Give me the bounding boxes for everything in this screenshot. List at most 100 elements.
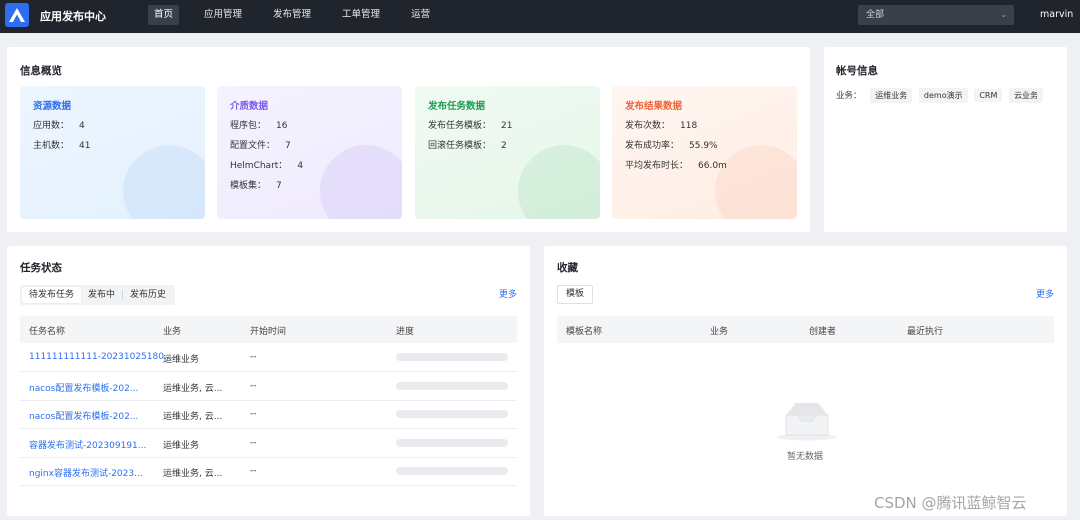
task-name-link[interactable]: 111111111111-20231025180...	[29, 352, 173, 362]
release-result-decor-icon	[715, 145, 797, 219]
col-last-run[interactable]: 最近执行	[907, 324, 943, 337]
task-name-link[interactable]: nginx容器发布测试-2023...	[29, 466, 143, 479]
media-decor-icon	[320, 145, 402, 219]
stat-value: 4	[297, 161, 304, 171]
stat-value: 16	[276, 121, 288, 131]
stat-row: 主机数： 41	[33, 138, 90, 151]
user-name[interactable]: marvin	[1040, 9, 1073, 20]
stat-label: 发布次数：	[625, 121, 671, 131]
biz-tag: CRM	[974, 89, 1003, 102]
nav-item-ticket-management[interactable]: 工单管理	[336, 5, 386, 25]
stat-value: 2	[501, 141, 507, 151]
tab-in-progress[interactable]: 发布中	[81, 287, 122, 303]
scope-select[interactable]: 全部 ⌄	[858, 5, 1014, 25]
col-creator[interactable]: 创建者	[809, 324, 836, 337]
stat-value: 7	[285, 141, 291, 151]
release-result-card: 发布结果数据 发布次数： 118 发布成功率： 55.9% 平均发布时长： 66.0m	[612, 86, 797, 219]
favorites-table-header: 模板名称 业务 创建者 最近执行	[557, 316, 1054, 343]
task-start-time: --	[250, 438, 257, 448]
table-row[interactable]: nacos配置发布模板-202... 运维业务, 云... --	[20, 372, 517, 401]
stat-label: HelmChart：	[230, 161, 288, 171]
stat-row: 配置文件： 7	[230, 138, 291, 151]
task-start-time: --	[250, 466, 257, 476]
col-task-name[interactable]: 任务名称	[29, 324, 65, 337]
card-title: 资源数据	[33, 101, 72, 112]
progress-bar	[396, 410, 508, 418]
watermark-text: CSDN @腾讯蓝鲸智云	[874, 494, 1027, 512]
stat-value: 4	[79, 121, 85, 131]
task-business: 运维业务, 云...	[163, 384, 223, 394]
table-row[interactable]: 111111111111-20231025180... 运维业务 --	[20, 343, 517, 372]
card-title: 介质数据	[230, 101, 269, 112]
table-row[interactable]: nacos配置发布模板-202... 运维业务, 云... --	[20, 400, 517, 429]
app-logo[interactable]	[5, 3, 29, 27]
task-name-link[interactable]: nacos配置发布模板-202...	[29, 409, 138, 422]
col-progress[interactable]: 进度	[396, 324, 414, 337]
favorites-more-link[interactable]: 更多	[1036, 287, 1054, 300]
empty-box-icon	[774, 395, 840, 441]
task-tabs: 待发布任务 发布中 发布历史	[20, 285, 176, 305]
stat-label: 程序包：	[230, 121, 267, 131]
biz-tag: 云业务	[1009, 88, 1044, 103]
account-panel: 帐号信息 业务： 运维业务 demo演示 CRM 云业务	[824, 47, 1067, 232]
stat-value: 118	[680, 121, 698, 131]
nav-item-release-management[interactable]: 发布管理	[267, 5, 317, 25]
account-biz-row: 业务： 运维业务 demo演示 CRM 云业务	[836, 88, 1047, 103]
release-task-card: 发布任务数据 发布任务模板： 21 回滚任务模板： 2	[415, 86, 600, 219]
empty-state-text: 暂无数据	[787, 452, 824, 462]
col-start-time[interactable]: 开始时间	[250, 324, 286, 337]
table-row[interactable]: nginx容器发布测试-2023... 运维业务, 云... --	[20, 457, 517, 486]
app-title: 应用发布中心	[40, 10, 106, 23]
col-template-name[interactable]: 模板名称	[566, 324, 602, 337]
tab-pending-tasks[interactable]: 待发布任务	[22, 287, 82, 303]
stat-label: 主机数：	[33, 141, 70, 151]
stat-row: 程序包： 16	[230, 118, 287, 131]
nav-item-operations[interactable]: 运营	[405, 5, 436, 25]
stat-label: 应用数：	[33, 121, 70, 131]
favorites-title: 收藏	[557, 262, 578, 274]
biz-tag: 运维业务	[870, 88, 913, 103]
stat-label: 模板集：	[230, 181, 267, 191]
progress-bar	[396, 467, 508, 475]
stat-value: 55.9%	[689, 141, 718, 151]
col-business[interactable]: 业务	[163, 324, 181, 337]
stat-row: 应用数： 4	[33, 118, 85, 131]
task-status-title: 任务状态	[20, 262, 62, 274]
biz-label: 业务：	[836, 91, 862, 101]
resource-decor-icon	[123, 145, 205, 219]
main-nav: 首页 应用管理 发布管理 工单管理 运营	[148, 5, 455, 25]
top-navbar: 应用发布中心 首页 应用管理 发布管理 工单管理 运营 全部 ⌄ marvin	[0, 0, 1080, 33]
stat-label: 回滚任务模板：	[428, 141, 492, 151]
task-start-time: --	[250, 381, 257, 391]
template-filter-button[interactable]: 模板	[557, 285, 594, 304]
release-task-decor-icon	[518, 145, 600, 219]
card-title: 发布结果数据	[625, 101, 683, 112]
logo-icon	[9, 8, 25, 22]
stat-row: 发布次数： 118	[625, 118, 697, 131]
stat-row: HelmChart： 4	[230, 158, 303, 171]
task-business: 运维业务, 云...	[163, 469, 223, 479]
overview-title: 信息概览	[20, 65, 62, 77]
stat-value: 7	[276, 181, 282, 191]
stat-label: 配置文件：	[230, 141, 276, 151]
favorites-panel: 收藏	[544, 246, 1067, 516]
progress-bar	[396, 439, 508, 447]
task-name-link[interactable]: nacos配置发布模板-202...	[29, 381, 138, 394]
task-name-link[interactable]: 容器发布测试-202309191...	[29, 438, 146, 451]
account-title: 帐号信息	[836, 65, 878, 77]
stat-row: 回滚任务模板： 2	[428, 138, 507, 151]
task-table-header: 任务名称 业务 开始时间 进度	[20, 316, 517, 343]
stat-label: 发布任务模板：	[428, 121, 492, 131]
stat-label: 发布成功率：	[625, 141, 680, 151]
tab-release-history[interactable]: 发布历史	[123, 287, 173, 303]
stat-row: 模板集： 7	[230, 178, 282, 191]
nav-item-home[interactable]: 首页	[148, 5, 180, 25]
tasks-more-link[interactable]: 更多	[499, 287, 517, 300]
table-row[interactable]: 容器发布测试-202309191... 运维业务 --	[20, 429, 517, 458]
biz-tag: demo演示	[918, 88, 968, 103]
task-business: 运维业务	[163, 441, 200, 451]
col-business[interactable]: 业务	[710, 324, 728, 337]
media-card: 介质数据 程序包： 16 配置文件： 7 HelmChart： 4 模板集： 7	[217, 86, 402, 219]
task-start-time: --	[250, 352, 257, 362]
nav-item-app-management[interactable]: 应用管理	[198, 5, 248, 25]
